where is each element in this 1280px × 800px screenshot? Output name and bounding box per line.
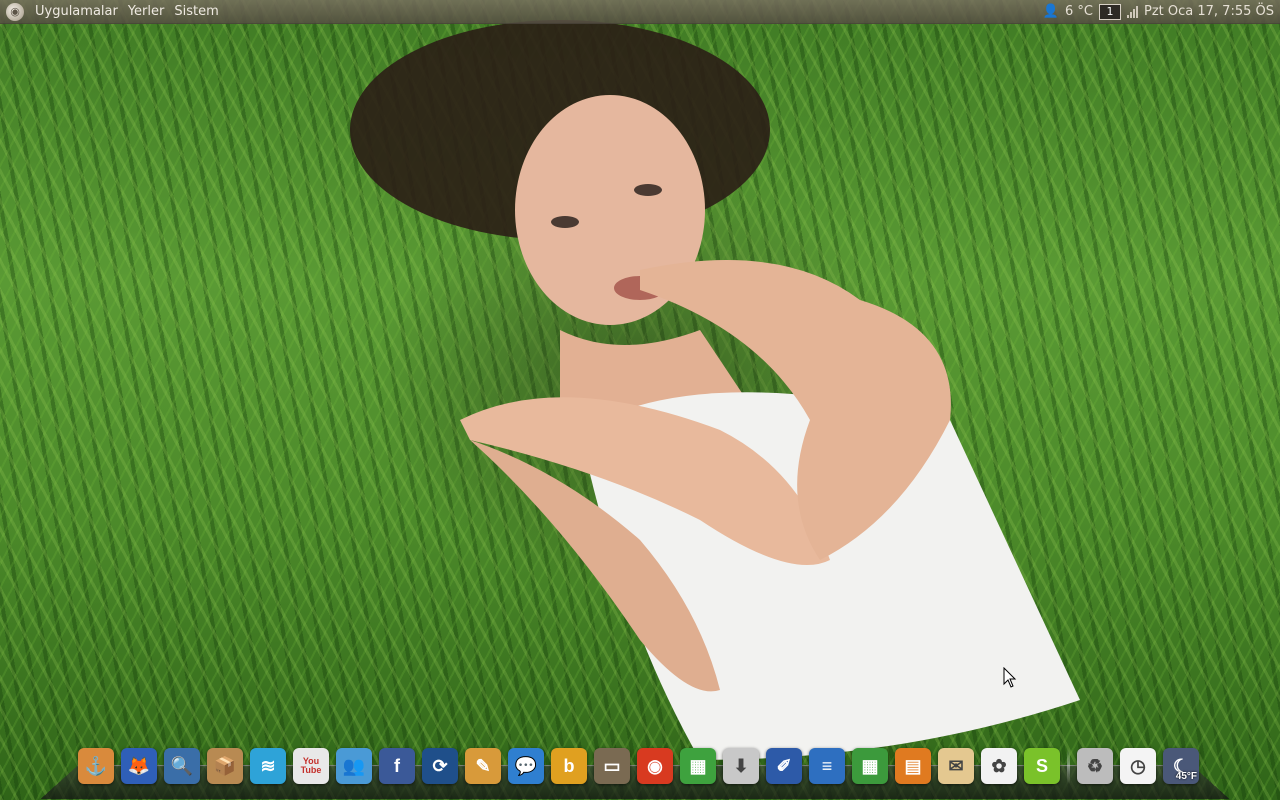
dock: ⚓ 🦊 🔍 📦 ≋ You Tube 👥 f ⟳ ✎ 💬 b ▭ ◉ ▦ ⬇ ✐ ≡ ▦ ▤ ✉ ✿ S ♻ ◷ ☾ 45°F [40,744,1230,800]
menu-applications[interactable]: Uygulamalar [30,4,123,19]
dock-network-glyph: ≋ [260,755,276,776]
dock-image-search-icon[interactable]: 🔍 [164,748,200,784]
system-tray: 👤 6 °C 1 Pzt Oca 17, 7:55 ÖS [1043,3,1274,20]
dock-messenger-icon[interactable]: 👥 [336,748,372,784]
dock-tv-glyph: ▭ [603,755,621,776]
top-panel: ◉ Uygulamalar Yerler Sistem 👤 6 °C 1 Pzt… [0,0,1280,24]
dock-update-icon[interactable]: ⟳ [422,748,458,784]
dock-writer-glyph: ≡ [821,755,833,776]
dock-skype-icon[interactable]: S [1024,748,1060,784]
workspace-switcher[interactable]: 1 [1099,3,1121,20]
dock-paint-icon[interactable]: ✎ [465,748,501,784]
dock-anchor-glyph: ⚓ [84,755,108,776]
dock-image-search-glyph: 🔍 [170,755,194,776]
dock-separator [1067,748,1070,784]
ubuntu-logo-icon[interactable]: ◉ [6,2,24,21]
dock-paint-glyph: ✎ [475,755,491,776]
menu-system[interactable]: Sistem [169,4,223,19]
dock-package-icon[interactable]: 📦 [207,748,243,784]
dock-picasa-glyph: ✿ [991,755,1007,776]
dock-youtube-glyph: You Tube [300,756,322,775]
desktop-wallpaper [0,0,1280,800]
dock-picasa-icon[interactable]: ✿ [981,748,1017,784]
dock-chat-glyph: 💬 [514,755,538,776]
dock-firefox-glyph: 🦊 [127,755,151,776]
dock-firefox-icon[interactable]: 🦊 [121,748,157,784]
dock-impress-glyph: ▤ [904,755,922,776]
dock-calc-icon[interactable]: ▦ [852,748,888,784]
dock-bookmark-glyph: b [563,755,575,776]
dock-writer-draw-icon[interactable]: ✐ [766,748,802,784]
dock-impress-icon[interactable]: ▤ [895,748,931,784]
menu-places[interactable]: Yerler [123,4,170,19]
dock-messenger-glyph: 👥 [342,755,366,776]
wallpaper-figure [350,20,1080,760]
dock-skype-glyph: S [1035,755,1048,776]
dock-media-player-glyph: ◉ [647,755,663,776]
dock-calc-glyph: ▦ [861,755,879,776]
dock-media-player-icon[interactable]: ◉ [637,748,673,784]
dock-icon-list: ⚓ 🦊 🔍 📦 ≋ You Tube 👥 f ⟳ ✎ 💬 b ▭ ◉ ▦ ⬇ ✐ ≡ ▦ ▤ ✉ ✿ S ♻ ◷ ☾ 45°F [78,748,1199,784]
dock-sudoku-icon[interactable]: ▦ [680,748,716,784]
dock-network-icon[interactable]: ≋ [250,748,286,784]
dock-facebook-icon[interactable]: f [379,748,415,784]
dock-chat-icon[interactable]: 💬 [508,748,544,784]
dock-sudoku-glyph: ▦ [689,755,707,776]
dock-update-glyph: ⟳ [432,755,448,776]
dock-weather-icon[interactable]: ☾ 45°F [1163,748,1199,784]
dock-clock-icon[interactable]: ◷ [1120,748,1156,784]
dock-weather-temp: 45°F [1175,771,1197,782]
dock-mail-icon[interactable]: ✉ [938,748,974,784]
dock-youtube-icon[interactable]: You Tube [293,748,329,784]
network-signal-icon[interactable] [1127,5,1138,18]
weather-text[interactable]: 6 °C [1065,4,1093,19]
dock-download-glyph: ⬇ [733,755,749,776]
user-icon[interactable]: 👤 [1043,4,1059,19]
dock-tv-icon[interactable]: ▭ [594,748,630,784]
dock-download-icon[interactable]: ⬇ [723,748,759,784]
dock-mail-glyph: ✉ [948,755,964,776]
dock-anchor-icon[interactable]: ⚓ [78,748,114,784]
dock-writer-draw-glyph: ✐ [776,755,792,776]
dock-trash-icon[interactable]: ♻ [1077,748,1113,784]
dock-package-glyph: 📦 [213,755,237,776]
dock-writer-icon[interactable]: ≡ [809,748,845,784]
dock-clock-glyph: ◷ [1130,755,1146,776]
clock[interactable]: Pzt Oca 17, 7:55 ÖS [1144,4,1274,19]
mouse-cursor-icon [1003,667,1017,688]
dock-bookmark-icon[interactable]: b [551,748,587,784]
dock-facebook-glyph: f [394,755,400,776]
dock-trash-glyph: ♻ [1086,755,1104,776]
